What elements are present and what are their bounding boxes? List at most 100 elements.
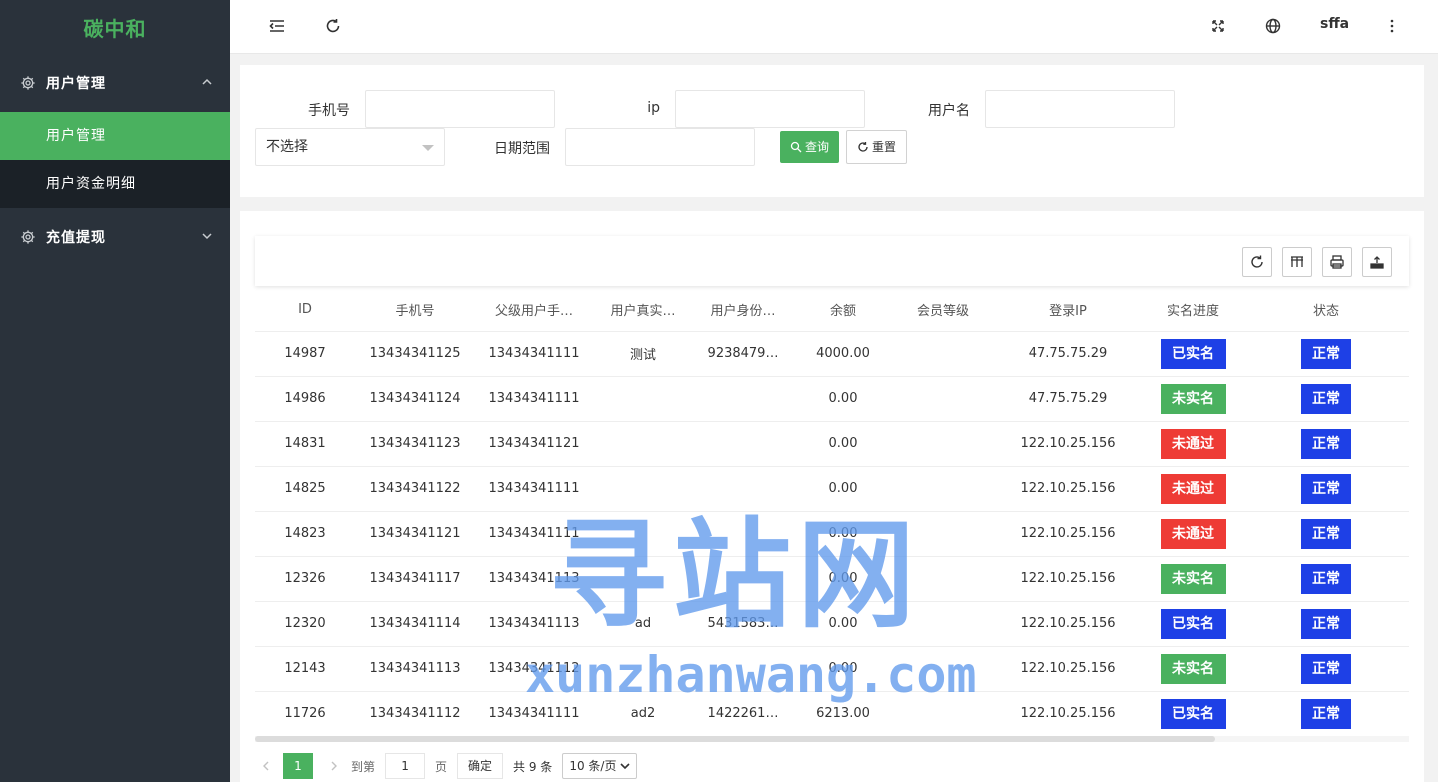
cell-verify: 未通过 [1143, 421, 1243, 467]
table-row[interactable]: 14825 13434341122 13434341111 0.00 122.10.25… [255, 466, 1409, 512]
col-header[interactable]: 用户身份… [693, 289, 793, 332]
sidebar-item-user-funds[interactable]: 用户资金明细 [0, 160, 230, 208]
cell-real [593, 466, 693, 512]
table-row[interactable]: 12326 13434341117 13434341113 0.00 122.10.25… [255, 556, 1409, 602]
reset-button[interactable]: 重置 [846, 130, 908, 164]
table-row[interactable]: 12320 13434341114 13434341113 ad 5431583… 0.0… [255, 601, 1409, 647]
account-status-badge[interactable]: 正常 [1301, 338, 1351, 369]
verify-status-badge[interactable]: 未通过 [1160, 428, 1226, 459]
cell-level [893, 691, 993, 737]
username[interactable]: sffa [1320, 16, 1349, 32]
table-print-button[interactable] [1322, 247, 1352, 277]
table-row[interactable]: 14986 13434341124 13434341111 0.00 47.75.75.… [255, 376, 1409, 422]
sidebar: 碳中和 用户管理 用户管理 用户资金明细 充值提现 [0, 0, 230, 782]
sidebar-group-label: 充值提现 [46, 230, 106, 246]
cell-id: 14831 [255, 421, 355, 467]
current-page[interactable]: 1 [283, 753, 313, 779]
prev-page-button[interactable] [255, 754, 277, 778]
verify-status-badge[interactable]: 未实名 [1160, 653, 1226, 684]
table-row[interactable]: 12143 13434341113 13434341112 0.00 122.10.25… [255, 646, 1409, 692]
table-card: ID 手机号 父级用户手… 用户真实… 用户身份… 余额 会员等级 登录IP 实… [240, 211, 1424, 782]
more-vertical-icon[interactable] [1383, 17, 1401, 35]
next-page-button[interactable] [323, 754, 345, 778]
cell-ip: 122.10.25.156 [993, 556, 1143, 602]
account-status-badge[interactable]: 正常 [1301, 518, 1351, 549]
table-row[interactable]: 14831 13434341123 13434341121 0.00 122.10.25… [255, 421, 1409, 467]
account-status-badge[interactable]: 正常 [1301, 383, 1351, 414]
col-header[interactable]: 父级用户手… [475, 289, 593, 332]
cell-level [893, 376, 993, 422]
cell-idcard [693, 376, 793, 422]
refresh-icon [1251, 255, 1263, 268]
table-columns-button[interactable] [1282, 247, 1312, 277]
cell-ip: 122.10.25.156 [993, 646, 1143, 692]
verify-status-badge[interactable]: 已实名 [1160, 338, 1226, 369]
account-status-badge[interactable]: 正常 [1301, 428, 1351, 459]
fullscreen-icon[interactable] [1209, 17, 1227, 35]
verify-status-badge[interactable]: 未通过 [1160, 473, 1226, 504]
goto-page-input[interactable]: 1 [385, 753, 426, 779]
table-row[interactable]: 11726 13434341112 13434341111 ad2 1422261… 62… [255, 691, 1409, 737]
chevron-down-icon [620, 763, 631, 770]
col-header[interactable]: 会员等级 [893, 289, 993, 332]
cell-status: 正常 [1243, 511, 1409, 557]
caret-down-icon [422, 145, 434, 151]
ip-input[interactable] [675, 90, 865, 128]
cell-level [893, 421, 993, 467]
cell-status: 正常 [1243, 421, 1409, 467]
account-status-badge[interactable]: 正常 [1301, 473, 1351, 504]
cell-status: 正常 [1243, 646, 1409, 692]
cell-idcard [693, 646, 793, 692]
cell-idcard [693, 466, 793, 512]
cell-status: 正常 [1243, 556, 1409, 602]
refresh-icon[interactable] [324, 17, 342, 35]
col-header[interactable]: 手机号 [355, 289, 475, 332]
gear-icon [21, 76, 35, 90]
col-header[interactable]: 用户真实… [593, 289, 693, 332]
username-input[interactable] [985, 90, 1175, 128]
cell-real [593, 376, 693, 422]
goto-ok-button[interactable]: 确定 [457, 753, 504, 779]
col-header[interactable]: 状态 [1243, 289, 1409, 332]
account-status-badge[interactable]: 正常 [1301, 563, 1351, 594]
table-refresh-button[interactable] [1242, 247, 1272, 277]
status-select[interactable]: 不选择 [255, 128, 445, 166]
verify-status-badge[interactable]: 已实名 [1160, 608, 1226, 639]
cell-id: 12320 [255, 601, 355, 647]
query-button[interactable]: 查询 [780, 131, 840, 163]
cell-real: ad2 [593, 691, 693, 737]
date-range-input[interactable] [565, 128, 755, 166]
verify-status-badge[interactable]: 已实名 [1160, 698, 1226, 729]
cell-ip: 122.10.25.156 [993, 691, 1143, 737]
sidebar-item-user-management[interactable]: 用户管理 [0, 112, 230, 160]
col-header[interactable]: 余额 [793, 289, 893, 332]
col-header[interactable]: ID [255, 289, 355, 332]
cell-balance: 0.00 [793, 646, 893, 692]
cell-idcard: 9238479… [693, 331, 793, 377]
table-row[interactable]: 14823 13434341121 13434341111 0.00 122.10.25… [255, 511, 1409, 557]
verify-status-badge[interactable]: 未实名 [1160, 383, 1226, 414]
cell-real [593, 421, 693, 467]
table-export-button[interactable] [1362, 247, 1392, 277]
cell-status: 正常 [1243, 376, 1409, 422]
phone-input[interactable] [365, 90, 555, 128]
sidebar-group-user-management[interactable]: 用户管理 [0, 54, 230, 112]
account-status-badge[interactable]: 正常 [1301, 608, 1351, 639]
cell-ip: 47.75.75.29 [993, 376, 1143, 422]
col-header[interactable]: 登录IP [993, 289, 1143, 332]
sidebar-group-recharge-withdraw[interactable]: 充值提现 [0, 208, 230, 266]
col-header[interactable]: 实名进度 [1143, 289, 1243, 332]
menu-collapse-icon[interactable] [268, 17, 286, 35]
horizontal-scrollbar[interactable] [255, 736, 1409, 742]
page-size-select[interactable]: 10 条/页 [562, 753, 638, 779]
account-status-badge[interactable]: 正常 [1301, 653, 1351, 684]
search-form: 手机号 ip 用户名 不选择 日期范围 查询 重置 [240, 65, 1424, 197]
verify-status-badge[interactable]: 未通过 [1160, 518, 1226, 549]
search-icon [790, 141, 802, 153]
table-row[interactable]: 14987 13434341125 13434341111 测试 9238479… 400… [255, 331, 1409, 377]
account-status-badge[interactable]: 正常 [1301, 698, 1351, 729]
verify-status-badge[interactable]: 未实名 [1160, 563, 1226, 594]
scrollbar-thumb[interactable] [255, 736, 1215, 742]
globe-icon[interactable] [1264, 17, 1282, 35]
cell-parent: 13434341112 [475, 646, 593, 692]
